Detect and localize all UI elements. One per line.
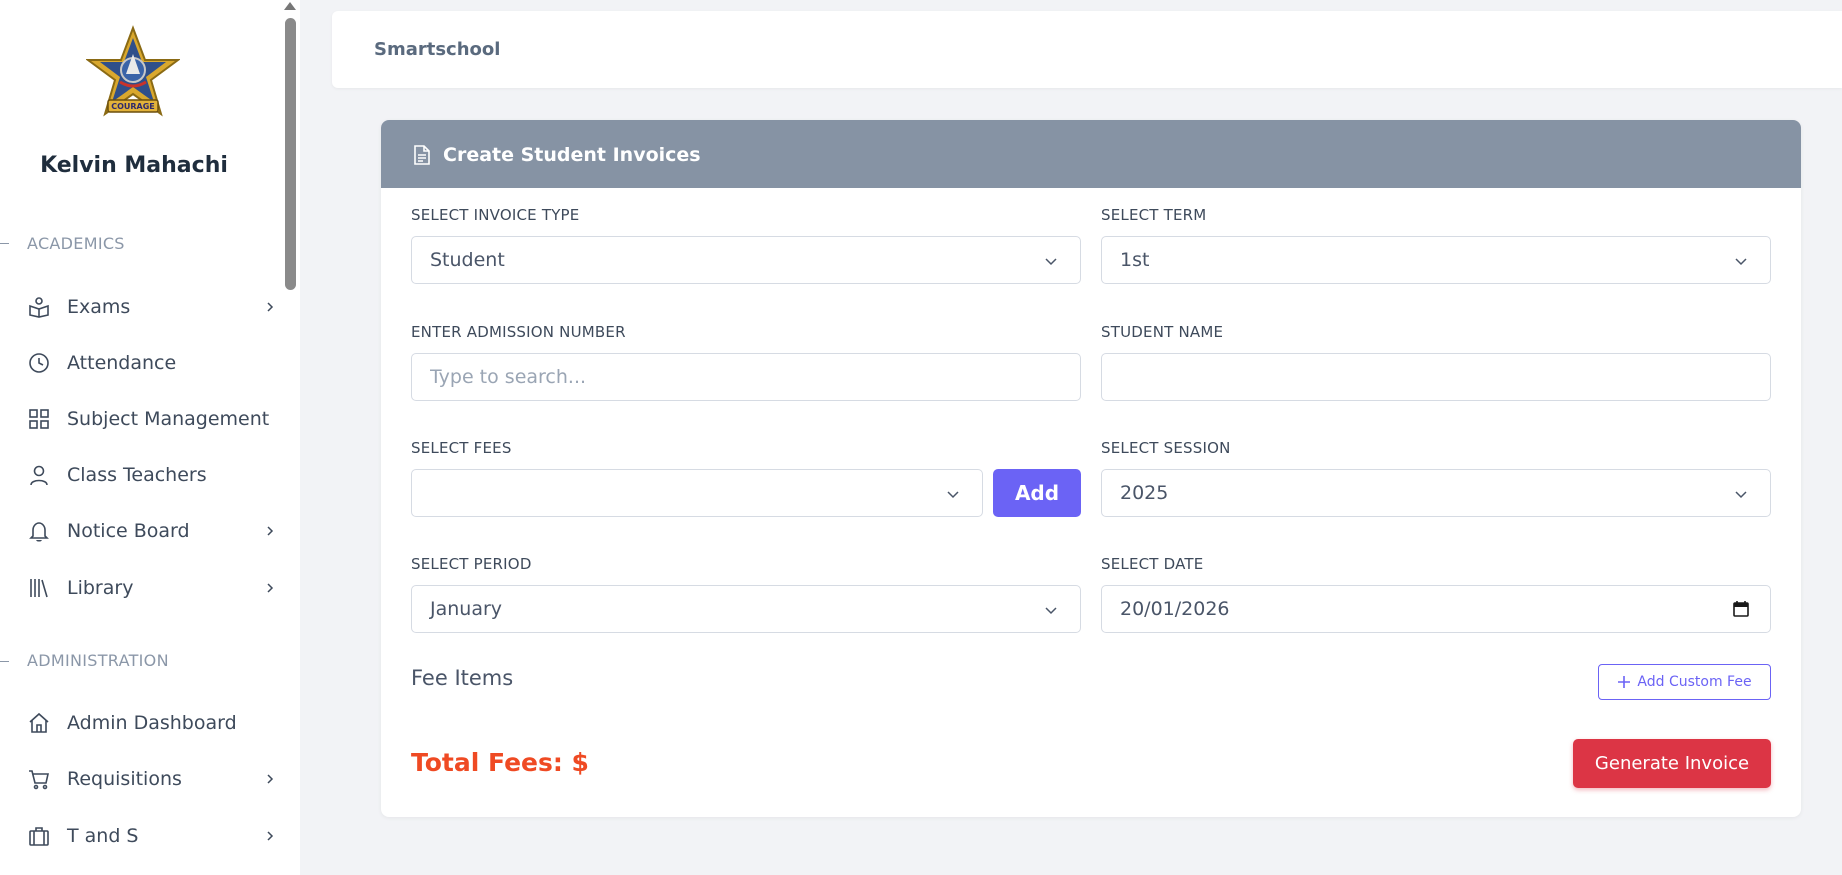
book-reader-icon <box>28 296 50 318</box>
add-custom-fee-button[interactable]: Add Custom Fee <box>1598 664 1771 700</box>
section-label-administration: ADMINISTRATION <box>27 651 169 670</box>
term-value: 1st <box>1120 249 1150 271</box>
session-select[interactable]: 2025 <box>1101 469 1771 517</box>
fees-label: SELECT FEES <box>411 439 512 457</box>
sidebar-item-label: Library <box>67 577 134 599</box>
chevron-right-icon <box>267 583 274 593</box>
cart-icon <box>28 768 50 790</box>
term-label: SELECT TERM <box>1101 206 1207 224</box>
document-icon <box>414 145 430 165</box>
chevron-right-icon <box>267 831 274 841</box>
student-name-label: STUDENT NAME <box>1101 323 1224 341</box>
sidebar-item-t-and-s[interactable]: T and S <box>0 814 282 858</box>
section-dash <box>0 243 9 244</box>
sidebar-item-notice-board[interactable]: Notice Board <box>0 509 282 553</box>
chevron-down-icon <box>1045 607 1057 615</box>
top-bar: Smartschool <box>332 11 1842 88</box>
chevron-down-icon <box>1045 258 1057 266</box>
date-label: SELECT DATE <box>1101 555 1204 573</box>
fee-items-title: Fee Items <box>411 666 514 690</box>
add-custom-fee-label: Add Custom Fee <box>1637 674 1752 690</box>
sidebar-item-attendance[interactable]: Attendance <box>0 341 282 385</box>
user-name: Kelvin Mahachi <box>40 153 228 178</box>
sidebar-item-library[interactable]: Library <box>0 566 282 610</box>
bell-icon <box>28 520 50 542</box>
admission-number-input[interactable] <box>430 366 1080 388</box>
sidebar-item-label: Requisitions <box>67 768 182 790</box>
admission-number-label: ENTER ADMISSION NUMBER <box>411 323 626 341</box>
add-fee-button[interactable]: Add <box>993 469 1081 517</box>
brand-name[interactable]: Smartschool <box>374 39 500 60</box>
calendar-icon[interactable] <box>1732 600 1750 618</box>
generate-invoice-button[interactable]: Generate Invoice <box>1573 739 1771 788</box>
sidebar-item-label: Exams <box>67 296 131 318</box>
date-value: 20/01/2026 <box>1120 598 1230 620</box>
clock-icon <box>28 352 50 374</box>
section-label-academics: ACADEMICS <box>27 234 125 253</box>
period-value: January <box>430 598 503 620</box>
chevron-down-icon <box>1735 258 1747 266</box>
sidebar-item-label: Notice Board <box>67 520 190 542</box>
period-label: SELECT PERIOD <box>411 555 532 573</box>
chevron-down-icon <box>1735 491 1747 499</box>
grid-icon <box>28 408 50 430</box>
sidebar-item-admin-dashboard[interactable]: Admin Dashboard <box>0 701 282 745</box>
student-name-field <box>1101 353 1771 401</box>
sidebar-item-exams[interactable]: Exams <box>0 285 282 329</box>
invoice-type-value: Student <box>430 249 505 271</box>
sidebar-item-label: Admin Dashboard <box>67 712 237 734</box>
sidebar-item-requisitions[interactable]: Requisitions <box>0 757 282 801</box>
student-name-input[interactable] <box>1120 366 1770 388</box>
invoice-card: Create Student Invoices SELECT INVOICE T… <box>381 120 1801 817</box>
fees-select[interactable] <box>411 469 983 517</box>
plus-icon <box>1618 676 1631 688</box>
session-label: SELECT SESSION <box>1101 439 1231 457</box>
briefcase-icon <box>28 825 50 847</box>
section-dash <box>0 661 9 662</box>
user-icon <box>28 464 50 486</box>
home-icon <box>28 712 50 734</box>
period-select[interactable]: January <box>411 585 1081 633</box>
chevron-right-icon <box>267 774 274 784</box>
admission-number-field <box>411 353 1081 401</box>
sidebar-item-subject-management[interactable]: Subject Management <box>0 397 282 441</box>
total-fees: Total Fees: $ <box>411 748 589 777</box>
chevron-right-icon <box>267 526 274 536</box>
date-input[interactable]: 20/01/2026 <box>1101 585 1771 633</box>
school-logo: COURAGE <box>86 25 180 117</box>
invoice-type-label: SELECT INVOICE TYPE <box>411 206 580 224</box>
chevron-right-icon <box>267 302 274 312</box>
sidebar: COURAGE Kelvin Mahachi ACADEMICS Exams A… <box>0 0 300 875</box>
sidebar-item-class-teachers[interactable]: Class Teachers <box>0 453 282 497</box>
invoice-type-select[interactable]: Student <box>411 236 1081 284</box>
term-select[interactable]: 1st <box>1101 236 1771 284</box>
card-header: Create Student Invoices <box>381 120 1801 188</box>
svg-text:COURAGE: COURAGE <box>111 102 155 111</box>
sidebar-item-label: Subject Management <box>67 408 270 430</box>
sidebar-item-label: Attendance <box>67 352 177 374</box>
library-icon <box>28 577 50 599</box>
chevron-down-icon <box>947 491 959 499</box>
scroll-up-arrow[interactable] <box>284 2 296 10</box>
card-title: Create Student Invoices <box>443 144 701 166</box>
session-value: 2025 <box>1120 482 1169 504</box>
sidebar-scrollbar-thumb[interactable] <box>285 18 296 290</box>
sidebar-item-label: T and S <box>67 825 139 847</box>
sidebar-item-label: Class Teachers <box>67 464 207 486</box>
